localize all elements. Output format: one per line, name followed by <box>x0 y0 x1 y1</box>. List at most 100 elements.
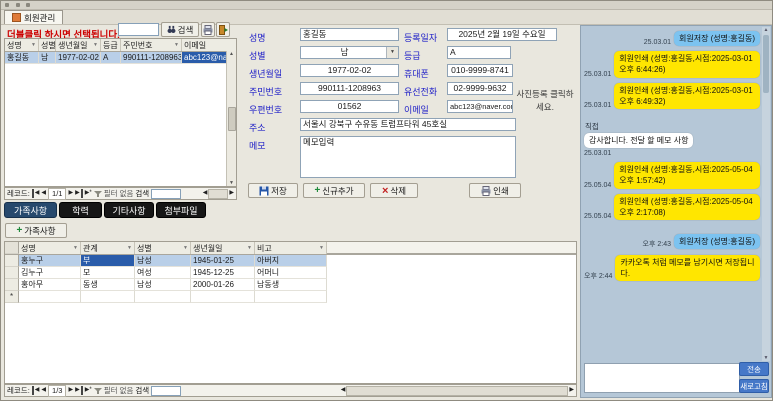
scroll-down-icon[interactable]: ▼ <box>764 355 769 361</box>
first-record-button[interactable]: ◀ <box>32 189 40 198</box>
tab-education[interactable]: 학력 <box>59 202 102 218</box>
last-record-button[interactable]: ▶ <box>75 386 83 395</box>
memo-field[interactable]: 메모입력 <box>300 136 516 178</box>
tab-member-management[interactable]: 회원관리 <box>4 10 63 24</box>
table-cell[interactable]: 1945-12-25 <box>191 267 255 279</box>
zip-field[interactable]: 01562 <box>300 100 399 113</box>
scrollbar-thumb[interactable] <box>228 107 236 131</box>
first-record-button[interactable]: ◀ <box>32 386 40 395</box>
row-selector[interactable] <box>5 255 19 267</box>
table-cell[interactable]: 홍누구 <box>19 255 81 267</box>
new-record-button[interactable]: ▶* <box>85 386 92 395</box>
horizontal-scrollbar[interactable]: ◀ ▶ <box>341 386 574 396</box>
column-header[interactable]: 등급 <box>101 39 121 51</box>
table-cell[interactable]: 990111-1208963 <box>121 52 182 64</box>
column-header[interactable]: 생년월일▼ <box>56 39 101 51</box>
exit-button[interactable] <box>216 22 230 37</box>
scroll-up-icon[interactable]: ▲ <box>764 27 769 33</box>
reg-date-field[interactable]: 2025년 2월 19일 수요일 <box>447 28 557 41</box>
scrollbar-track[interactable] <box>346 386 568 396</box>
add-new-button[interactable]: + 신규추가 <box>303 183 365 198</box>
photo-upload-area[interactable]: 사진등록 클릭하세요. <box>514 47 576 155</box>
tab-etc-info[interactable]: 기타사항 <box>104 202 154 218</box>
scroll-right-icon[interactable]: ▶ <box>569 386 574 395</box>
chat-scrollbar[interactable]: ▲ ▼ <box>762 27 770 361</box>
tab-family-info[interactable]: 가족사항 <box>4 202 57 218</box>
next-record-button[interactable]: ▶ <box>68 386 73 395</box>
scroll-left-icon[interactable]: ◀ <box>341 386 346 395</box>
table-cell[interactable]: 남성 <box>135 279 191 291</box>
table-row[interactable]: 홍누구 부 남성 1945-01-25 아버지 <box>5 255 576 267</box>
refresh-button[interactable]: 새로고침 <box>739 379 769 393</box>
column-header[interactable]: 관계▼ <box>81 242 135 254</box>
table-cell[interactable]: 모 <box>81 267 135 279</box>
email-field[interactable]: abc123@naver.com <box>447 100 513 113</box>
column-header[interactable]: 주민번호▼ <box>121 39 182 51</box>
column-header[interactable]: 이메일 <box>182 39 235 51</box>
table-cell[interactable]: 남 <box>39 52 56 64</box>
print-button[interactable]: 인쇄 <box>469 183 521 198</box>
birth-field[interactable]: 1977-02-02 <box>300 64 399 77</box>
column-header[interactable]: 비고▼ <box>255 242 327 254</box>
table-cell[interactable]: 동생 <box>81 279 135 291</box>
table-cell[interactable] <box>135 291 191 303</box>
row-selector[interactable] <box>5 267 19 279</box>
table-row[interactable]: 홍아무 동생 남성 2000-01-26 남동생 <box>5 279 576 291</box>
previous-record-button[interactable]: ◀ <box>41 386 46 395</box>
previous-record-button[interactable]: ◀ <box>41 189 46 198</box>
scroll-right-icon[interactable]: ▶ <box>229 189 234 198</box>
print-list-button[interactable] <box>201 22 215 37</box>
vertical-scrollbar[interactable]: ▲ ▼ <box>226 51 236 186</box>
gender-combobox[interactable]: 남 ▼ <box>300 46 399 59</box>
grade-field[interactable]: A <box>447 46 511 59</box>
address-field[interactable]: 서울시 강북구 수유동 트럼프타워 45호실 <box>300 118 516 131</box>
mobile-field[interactable]: 010-9999-8741 <box>447 64 513 77</box>
last-record-button[interactable]: ▶ <box>75 189 83 198</box>
quick-search-input[interactable] <box>118 23 159 36</box>
save-button[interactable]: 저장 <box>248 183 298 198</box>
name-field[interactable]: 홍길동 <box>300 28 399 41</box>
table-cell[interactable]: 어머니 <box>255 267 327 279</box>
record-search-input[interactable] <box>151 386 181 396</box>
table-cell[interactable]: 아버지 <box>255 255 327 267</box>
table-cell[interactable]: A <box>101 52 121 64</box>
search-button[interactable]: 검색 <box>161 22 199 37</box>
new-record-row[interactable]: * <box>5 291 576 303</box>
table-cell[interactable]: 2000-01-26 <box>191 279 255 291</box>
row-selector[interactable] <box>5 279 19 291</box>
scroll-up-icon[interactable]: ▲ <box>229 51 234 57</box>
table-row[interactable]: 홍길동 남 1977-02-02 A 990111-1208963 abc123… <box>5 52 236 64</box>
column-header[interactable]: 생년월일▼ <box>191 242 255 254</box>
delete-button[interactable]: × 삭제 <box>370 183 418 198</box>
scroll-down-icon[interactable]: ▼ <box>229 180 234 186</box>
record-search-input[interactable] <box>151 189 181 199</box>
scrollbar-thumb[interactable] <box>763 35 769 93</box>
memo-input[interactable] <box>584 363 740 393</box>
new-record-button[interactable]: ▶* <box>85 189 92 198</box>
table-row[interactable]: 김누구 모 여성 1945-12-25 어머니 <box>5 267 576 279</box>
column-header[interactable]: 성명▼ <box>5 39 39 51</box>
column-header[interactable]: 성별▼ <box>135 242 191 254</box>
next-record-button[interactable]: ▶ <box>68 189 73 198</box>
new-row-selector[interactable]: * <box>5 291 19 303</box>
scrollbar-track[interactable] <box>208 189 228 199</box>
table-cell[interactable]: 홍길동 <box>5 52 39 64</box>
table-cell[interactable] <box>81 291 135 303</box>
table-cell[interactable]: 남성 <box>135 255 191 267</box>
table-cell[interactable] <box>19 291 81 303</box>
table-cell[interactable]: 홍아무 <box>19 279 81 291</box>
table-cell[interactable] <box>255 291 327 303</box>
rrn-field[interactable]: 990111-1208963 <box>300 82 399 95</box>
phone-field[interactable]: 02-9999-9632 <box>447 82 513 95</box>
column-header[interactable]: 성별 <box>39 39 56 51</box>
table-cell[interactable]: 남동생 <box>255 279 327 291</box>
scroll-left-icon[interactable]: ◀ <box>203 189 208 198</box>
horizontal-scrollbar[interactable]: ◀ ▶ <box>203 189 234 199</box>
tab-attachments[interactable]: 첨부파일 <box>156 202 206 218</box>
chevron-down-icon[interactable]: ▼ <box>386 47 398 58</box>
table-cell[interactable] <box>191 291 255 303</box>
table-cell[interactable]: 1977-02-02 <box>56 52 101 64</box>
table-cell[interactable]: 김누구 <box>19 267 81 279</box>
table-cell[interactable]: 여성 <box>135 267 191 279</box>
send-button[interactable]: 전송 <box>739 362 769 376</box>
